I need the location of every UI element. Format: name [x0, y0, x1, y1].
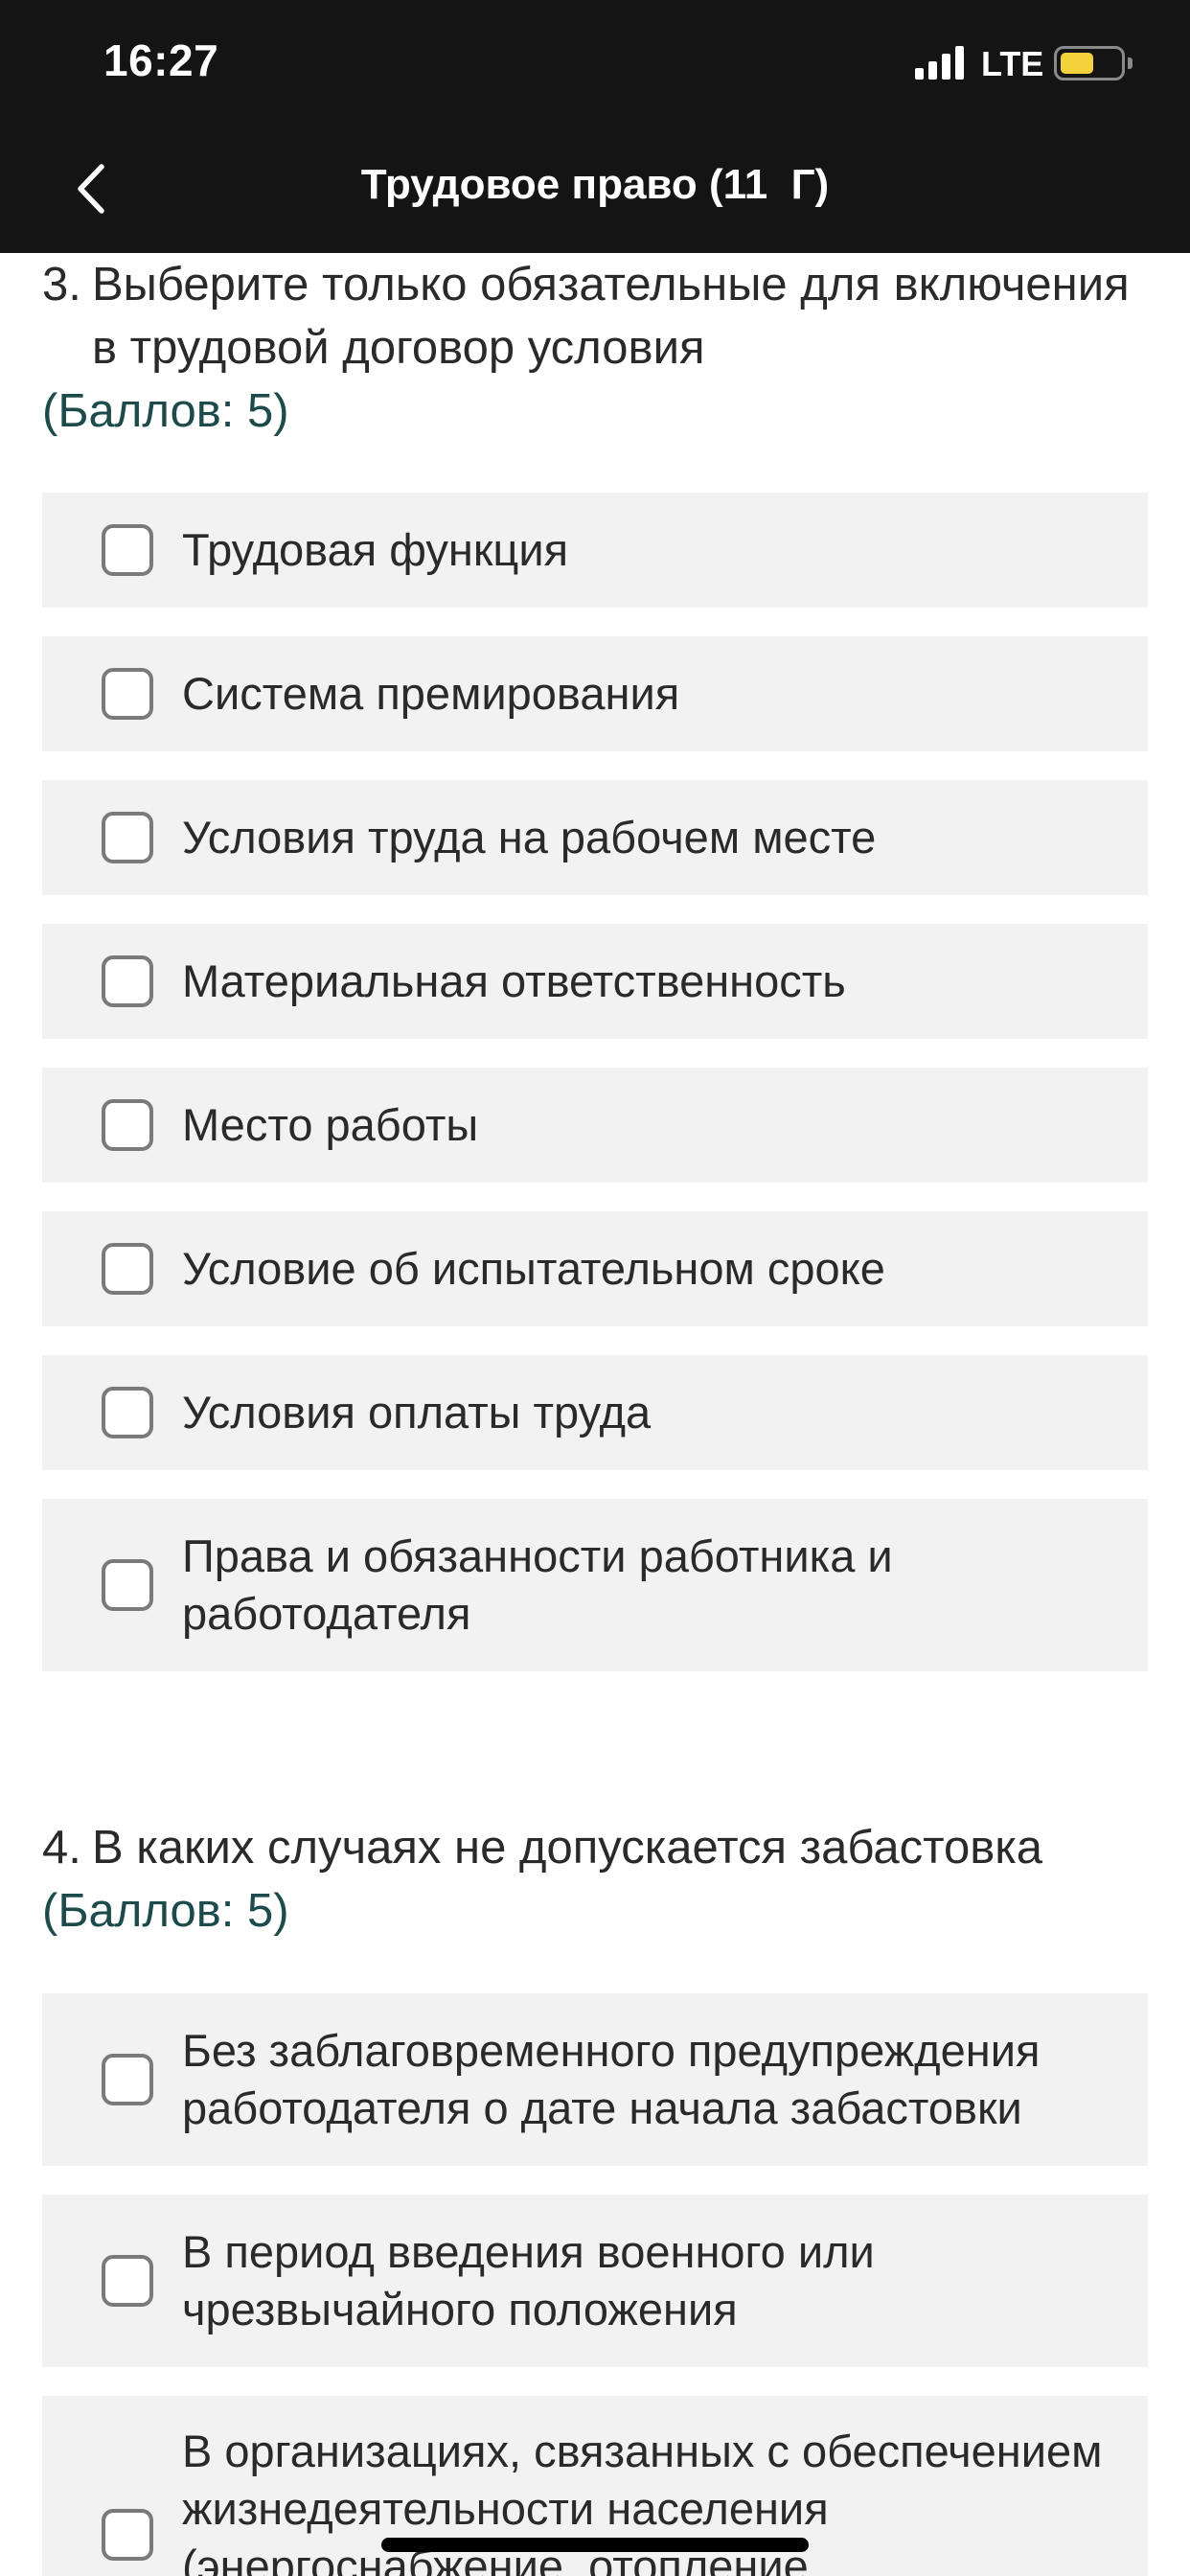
checkbox[interactable] [102, 2054, 153, 2105]
battery-cap [1128, 58, 1133, 69]
option-checkbox-row[interactable]: Условия труда на рабочем месте [42, 780, 1148, 895]
option-checkbox-row[interactable]: Место работы [42, 1068, 1148, 1183]
option-checkbox-row[interactable]: Система премирования [42, 636, 1148, 751]
question-points: (Баллов: 5) [42, 1885, 289, 1937]
option-checkbox-row[interactable]: Материальная ответственность [42, 924, 1148, 1039]
option-checkbox-row[interactable]: Условие об испытательном сроке [42, 1211, 1148, 1326]
question-4: 4. В каких случаях не допускается забаст… [42, 1816, 1148, 1943]
checkbox[interactable] [102, 1559, 153, 1611]
page-title: Трудовое право (11 Г) [360, 161, 830, 208]
option-label: Система премирования [182, 668, 680, 719]
checkbox[interactable] [102, 524, 153, 576]
option-label: Условия оплаты труда [182, 1387, 652, 1438]
checkbox[interactable] [102, 2509, 153, 2561]
option-label: Место работы [182, 1099, 479, 1150]
option-checkbox-row[interactable]: Трудовая функция [42, 493, 1148, 608]
option-checkbox-row[interactable]: Без заблаговременного предупреждения раб… [42, 1993, 1148, 2166]
option-label: Права и обязанности работника и работода… [182, 1530, 893, 1639]
option-checkbox-row[interactable]: Права и обязанности работника и работода… [42, 1499, 1148, 1671]
option-label: Без заблаговременного предупреждения раб… [182, 2025, 1041, 2133]
option-label: Материальная ответственность [182, 955, 846, 1006]
question-number: 4. [42, 1822, 81, 1874]
question-text: В каких случаях не допускается забастовк… [92, 1822, 1043, 1874]
option-label: Трудовая функция [182, 524, 569, 575]
home-indicator [381, 2538, 809, 2552]
option-label: Условия труда на рабочем месте [182, 812, 877, 862]
question-points: (Баллов: 5) [42, 385, 289, 437]
checkbox[interactable] [102, 1387, 153, 1438]
option-label: Условие об испытательном сроке [182, 1243, 885, 1294]
battery-level [1061, 53, 1093, 74]
question-text: Выберите только обязательные для включен… [92, 259, 1130, 374]
question-heading: 4. В каких случаях не допускается забаст… [42, 1816, 1148, 1879]
nav-bar: Трудовое право (11 Г) [0, 125, 1190, 253]
checkbox[interactable] [102, 2255, 153, 2307]
battery-icon [1054, 46, 1125, 80]
checkbox[interactable] [102, 955, 153, 1007]
question-heading: 3. Выберите только обязательные для вклю… [42, 253, 1148, 380]
question-number: 3. [42, 259, 81, 310]
network-type: LTE [981, 44, 1044, 83]
status-bar: 16:27 LTE [0, 0, 1190, 125]
option-label: В период введения военного или чрезвычай… [182, 2226, 875, 2334]
option-checkbox-row[interactable]: Условия оплаты труда [42, 1355, 1148, 1470]
checkbox[interactable] [102, 1243, 153, 1295]
signal-strength-icon [915, 45, 967, 80]
checkbox[interactable] [102, 668, 153, 720]
option-label: В организациях, связанных с обеспечением… [182, 2426, 1103, 2576]
question-3: 3. Выберите только обязательные для вклю… [42, 253, 1148, 443]
checkbox[interactable] [102, 1099, 153, 1151]
status-time: 16:27 [103, 35, 219, 85]
checkbox[interactable] [102, 812, 153, 863]
option-checkbox-row[interactable]: В период введения военного или чрезвычай… [42, 2195, 1148, 2367]
